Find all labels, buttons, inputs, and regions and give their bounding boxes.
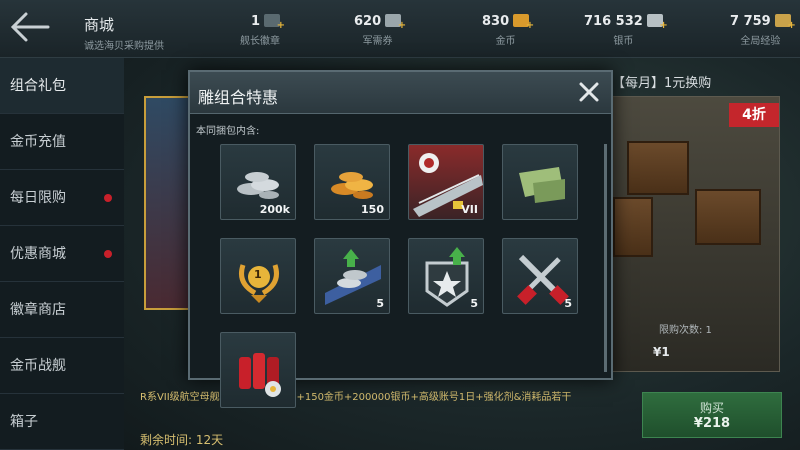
- sidebar-item-gold-topup[interactable]: 金币充值: [0, 114, 124, 170]
- sidebar-item-bundles[interactable]: 组合礼包: [0, 58, 124, 114]
- bundle-item[interactable]: 5: [314, 238, 390, 314]
- resource-badge[interactable]: 1 + 舰长徽章: [240, 10, 285, 47]
- sidebar-item-discount-shop[interactable]: 优惠商城: [0, 226, 124, 282]
- ticket-label: 军需券: [362, 36, 393, 47]
- bundle-item[interactable]: 5: [408, 238, 484, 314]
- item-quantity: 150: [361, 203, 384, 216]
- gold-coin-icon: +: [513, 14, 534, 31]
- exp-count: 7 759: [730, 14, 771, 29]
- back-button[interactable]: [8, 8, 52, 46]
- purchase-limit: 限购次数: 1: [659, 325, 712, 336]
- resource-exp[interactable]: 7 759 + 全局经验: [730, 10, 796, 47]
- bundle-item[interactable]: 1: [220, 238, 296, 314]
- badge-label: 舰长徽章: [240, 36, 280, 47]
- notification-dot: [104, 194, 112, 202]
- sidebar-item-boxes[interactable]: 箱子: [0, 394, 124, 450]
- resource-ticket[interactable]: 620 + 军需券: [354, 10, 406, 47]
- modal-title: 雕组合特惠: [198, 88, 279, 107]
- notification-dot: [104, 250, 112, 258]
- premium-badge-number: 1: [254, 268, 262, 281]
- resource-silver[interactable]: 716 532 + 银币: [584, 10, 668, 47]
- crate-image: [695, 189, 761, 245]
- sidebar-item-daily-limited[interactable]: 每日限购: [0, 170, 124, 226]
- silver-coin-icon: +: [646, 14, 668, 31]
- back-arrow-icon: [10, 12, 50, 42]
- bundle-card-right[interactable]: 4折 限购次数: 1 ¥1: [612, 96, 780, 372]
- item-quantity: 5: [470, 297, 478, 310]
- page-subtitle: 诚选海贝采购提供: [84, 41, 164, 52]
- bundle-item[interactable]: 200k: [220, 144, 296, 220]
- resource-gold[interactable]: 830 + 金币: [482, 10, 534, 47]
- sidebar-item-gold-ships[interactable]: 金币战舰: [0, 338, 124, 394]
- exp-label: 全局经验: [740, 36, 781, 47]
- discount-badge: 4折: [729, 103, 779, 127]
- sidebar-item-label: 金币充值: [10, 134, 66, 150]
- bundle-item[interactable]: 150: [314, 144, 390, 220]
- crate-image: [613, 197, 653, 257]
- right-card-price: ¥1: [653, 345, 670, 359]
- buy-price: ¥218: [693, 416, 731, 431]
- star-exp-icon: +: [774, 14, 796, 31]
- bundle-item[interactable]: [220, 332, 296, 408]
- camouflage-icon: [519, 167, 565, 203]
- ticket-icon: +: [385, 14, 406, 31]
- silver-count: 716 532: [584, 14, 643, 29]
- item-quantity: 5: [564, 297, 572, 310]
- bundle-description: R系VII级航空母舰"雕"+"历史涂装"+150金币+200000银币+高级账号…: [140, 392, 572, 403]
- ship-tier: VII: [461, 203, 478, 216]
- item-quantity: 5: [376, 297, 384, 310]
- badge-icon: +: [264, 14, 285, 31]
- buy-button[interactable]: 购买 ¥218: [642, 392, 782, 438]
- bundle-item[interactable]: [502, 144, 578, 220]
- silver-label: 银币: [613, 36, 634, 47]
- close-icon: [579, 82, 599, 102]
- bundle-card-left[interactable]: [144, 96, 194, 310]
- sidebar-item-label: 箱子: [10, 414, 38, 430]
- buy-label: 购买: [699, 401, 724, 415]
- sidebar-item-label: 每日限购: [10, 190, 66, 206]
- scrollbar[interactable]: [604, 144, 607, 372]
- badge-count: 1: [250, 14, 260, 29]
- crate-image: [627, 141, 689, 195]
- gold-label: 金币: [495, 36, 516, 47]
- item-quantity: 200k: [259, 203, 290, 216]
- bundle-contents-modal: 雕组合特惠 本同捆包内含: 200k 150 VII 1 5 5 5: [188, 70, 613, 408]
- top-bar: 商城 诚选海贝采购提供 1 + 舰长徽章 620 + 军需券 830 + 金币 716…: [0, 0, 800, 58]
- bundle-item[interactable]: 5: [502, 238, 578, 314]
- sidebar-item-label: 徽章商店: [10, 302, 66, 318]
- modal-subtitle: 本同捆包内含:: [196, 126, 260, 137]
- sidebar: 组合礼包 金币充值 每日限购 优惠商城 徽章商店 金币战舰 箱子: [0, 58, 124, 450]
- close-button[interactable]: [577, 80, 601, 104]
- sidebar-item-badge-shop[interactable]: 徽章商店: [0, 282, 124, 338]
- bundle-item[interactable]: VII: [408, 144, 484, 220]
- sidebar-item-label: 金币战舰: [10, 358, 66, 374]
- gold-count: 830: [482, 14, 510, 29]
- ticket-count: 620: [354, 14, 382, 29]
- consumables-icon: [239, 353, 281, 397]
- page-title: 商城: [84, 16, 115, 34]
- right-card-title: 【每月】1元换购: [612, 76, 712, 91]
- modal-header: 雕组合特惠: [190, 72, 611, 114]
- sidebar-item-label: 优惠商城: [10, 246, 66, 262]
- remaining-time: 剩余时间: 12天: [140, 433, 224, 447]
- sidebar-item-label: 组合礼包: [10, 78, 66, 94]
